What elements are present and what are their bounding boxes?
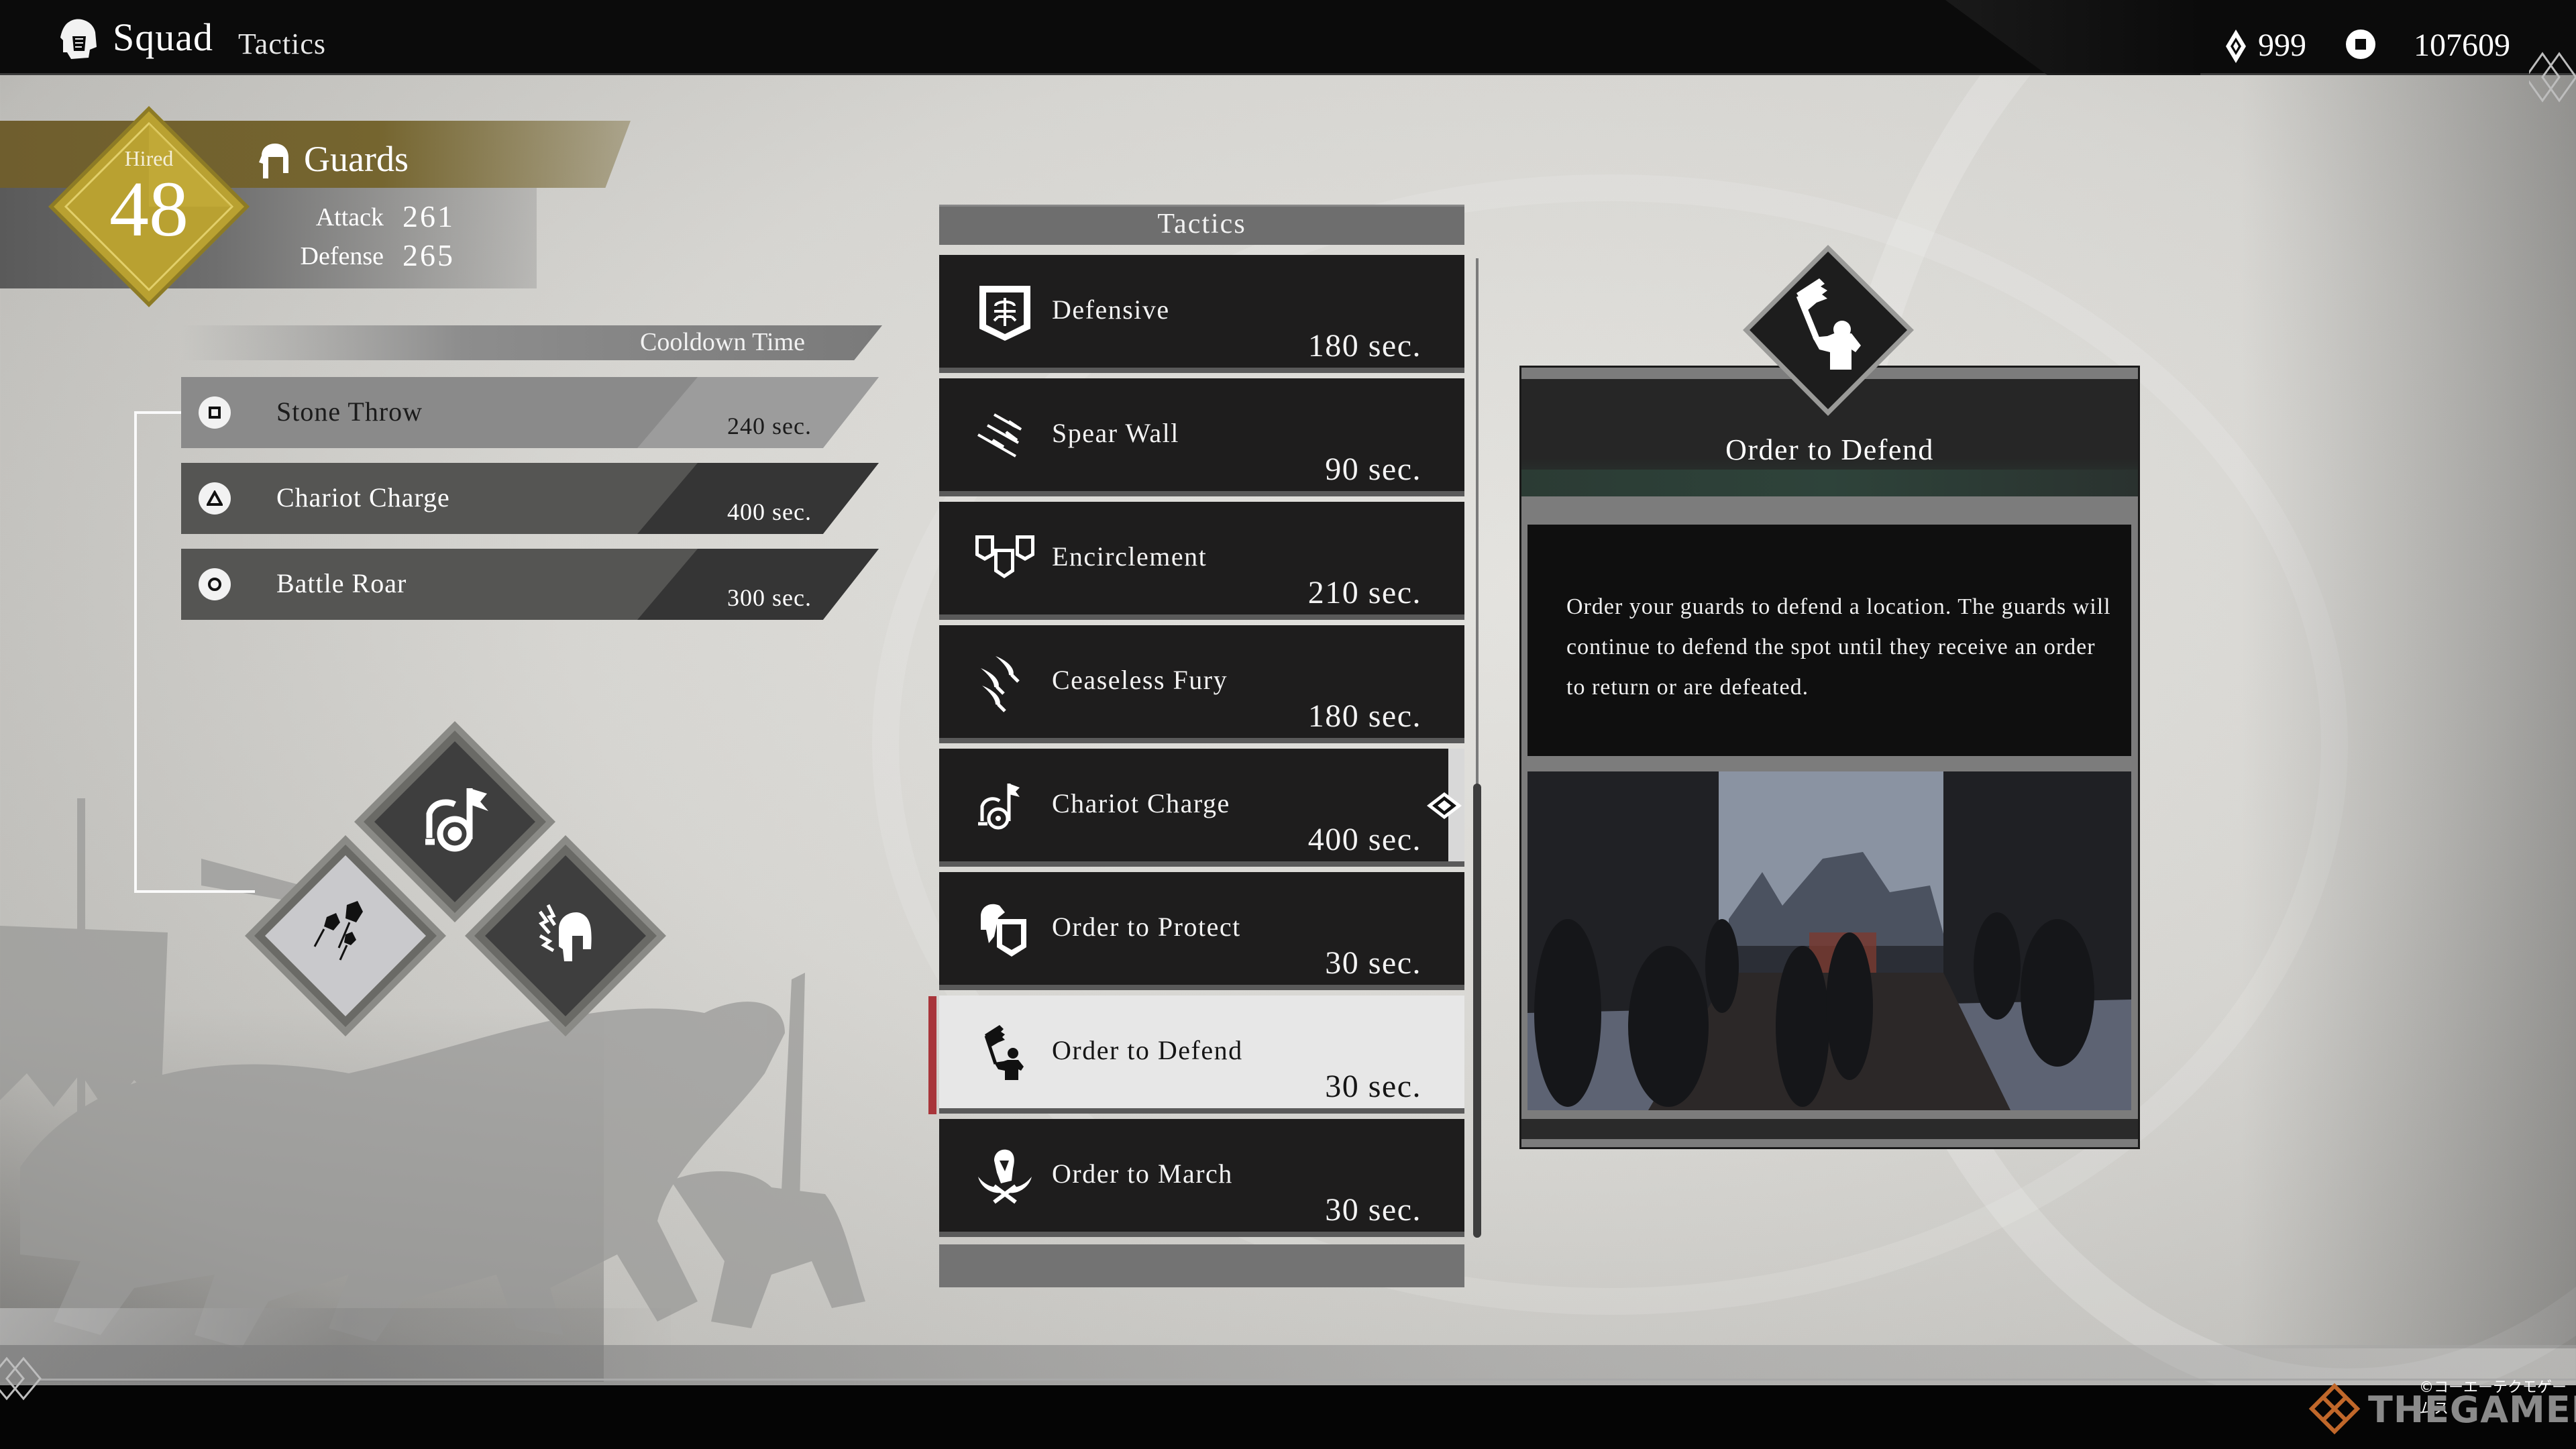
tactic-cooldown: 180 sec. — [1307, 328, 1421, 364]
hired-count: 48 — [109, 165, 189, 253]
helmet-icon — [259, 144, 288, 178]
selection-accent — [928, 996, 936, 1114]
corner-ornament — [0, 1356, 42, 1401]
defense-label: Defense — [300, 242, 384, 270]
squad-name: Guards — [304, 139, 409, 179]
tactic-cooldown: 210 sec. — [1307, 575, 1421, 610]
tactic-name: Encirclement — [1052, 541, 1208, 572]
tactic-name: Order to Defend — [1052, 1035, 1243, 1065]
gem-count: 999 — [2258, 28, 2306, 63]
tactics-scrollbar-thumb[interactable] — [1473, 784, 1481, 1238]
spears-icon — [977, 413, 1022, 458]
bottom-divider — [40, 1379, 2576, 1381]
tactic-name: Order to March — [1052, 1159, 1233, 1189]
skill-row-chariot-charge[interactable]: Chariot Charge 400 sec. — [181, 463, 879, 534]
tactic-row-chariot-charge[interactable]: Chariot Charge 400 sec. — [939, 749, 1464, 867]
watermark-brand: THEGAMER — [2368, 1389, 2576, 1431]
tactic-row-order-to-protect[interactable]: Order to Protect 30 sec. — [939, 872, 1464, 990]
battle-preview-scene — [1527, 771, 2131, 1110]
tactics-footer — [939, 1244, 1464, 1287]
tactic-name: Chariot Charge — [1052, 788, 1230, 818]
coin-count: 107609 — [2414, 28, 2510, 63]
soldier-shield-icon — [981, 904, 1026, 957]
attack-label: Attack — [315, 203, 384, 231]
tactic-cooldown: 90 sec. — [1325, 451, 1421, 487]
page-subtitle: Tactics — [238, 28, 326, 60]
tactic-cooldown: 30 sec. — [1325, 945, 1421, 981]
circle-button-icon — [199, 568, 231, 600]
detail-title: Order to Defend — [1725, 433, 1934, 466]
defense-value: 265 — [402, 238, 455, 272]
tactic-name: Ceaseless Fury — [1052, 665, 1228, 695]
connector-line — [134, 413, 137, 892]
skill-row-battle-roar[interactable]: Battle Roar 300 sec. — [181, 549, 879, 620]
skill-time: 400 sec. — [727, 498, 812, 525]
gem-icon — [2226, 30, 2246, 63]
connector-line — [134, 890, 255, 893]
tactic-row-spear-wall[interactable]: Spear Wall 90 sec. — [939, 378, 1464, 496]
skill-name: Battle Roar — [276, 568, 407, 598]
skill-name: Chariot Charge — [276, 482, 450, 513]
tactic-row-defensive[interactable]: Defensive 180 sec. — [939, 255, 1464, 373]
tactic-row-ceaseless-fury[interactable]: Ceaseless Fury 180 sec. — [939, 625, 1464, 743]
tactic-name: Order to Protect — [1052, 912, 1241, 942]
chariot-icon — [978, 784, 1020, 830]
attack-value: 261 — [402, 199, 455, 233]
tactic-name: Spear Wall — [1052, 418, 1179, 448]
corner-ornament — [2529, 52, 2576, 103]
equipped-diamond-icon — [1427, 792, 1462, 819]
square-button-icon — [199, 396, 231, 429]
bottom-bar — [0, 1385, 2576, 1449]
connector-line — [134, 411, 181, 414]
skill-slot-left[interactable] — [245, 835, 446, 1036]
shields-triple-icon — [975, 535, 1034, 578]
page-title: Squad — [113, 15, 213, 59]
detail-footer-bar — [1521, 1119, 2138, 1139]
detail-description: Order your guards to defend a location. … — [1566, 594, 2111, 700]
tactic-name: Defensive — [1052, 294, 1170, 325]
detail-title-accent — [1521, 470, 2138, 496]
flag-bearer-icon — [984, 1025, 1024, 1080]
skill-name: Stone Throw — [276, 396, 423, 427]
triangle-button-icon — [199, 482, 231, 515]
tactic-cooldown: 400 sec. — [1307, 822, 1421, 857]
swords-icon — [981, 656, 1020, 712]
tactic-row-order-to-defend[interactable]: Order to Defend 30 sec. — [939, 996, 1464, 1114]
tactic-row-encirclement[interactable]: Encirclement 210 sec. — [939, 502, 1464, 620]
coin-icon — [2346, 30, 2375, 59]
skill-row-stone-throw[interactable]: Stone Throw 240 sec. — [181, 377, 879, 448]
helmet-icon — [60, 19, 97, 59]
flag-bearer-icon — [1743, 245, 1914, 416]
shield-icon — [979, 286, 1030, 341]
skill-time: 240 sec. — [727, 413, 812, 439]
tactics-header-label: Tactics — [1157, 209, 1246, 239]
skill-slot-right[interactable] — [465, 835, 666, 1036]
cooldown-header-label: Cooldown Time — [639, 328, 805, 356]
skill-time: 300 sec. — [727, 584, 812, 611]
soldier-swords-icon — [978, 1149, 1032, 1204]
tactic-cooldown: 30 sec. — [1325, 1069, 1421, 1104]
tactic-cooldown: 30 sec. — [1325, 1192, 1421, 1228]
thegamer-logo-icon — [2308, 1383, 2361, 1435]
battle-preview-image — [1527, 771, 2131, 1110]
tactic-row-order-to-march[interactable]: Order to March 30 sec. — [939, 1119, 1464, 1237]
tactic-cooldown: 180 sec. — [1307, 698, 1421, 734]
background-vignette — [2241, 74, 2576, 1348]
